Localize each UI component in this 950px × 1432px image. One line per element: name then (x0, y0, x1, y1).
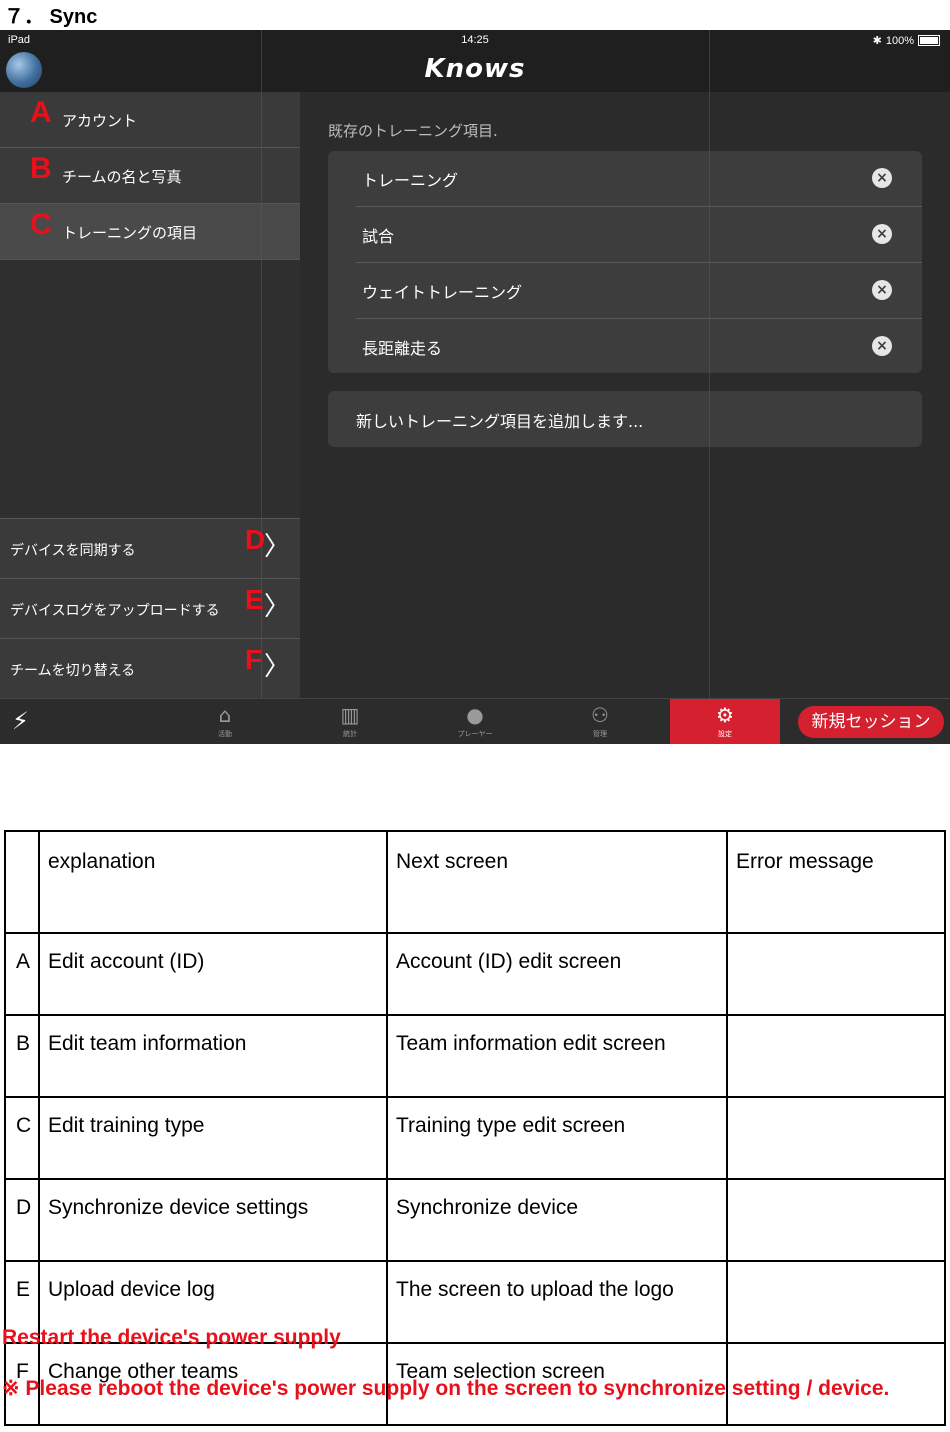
marker-letter: D (245, 524, 266, 555)
training-item-list: トレーニング × 試合 × ウェイトトレーニング × 長距離走る × (328, 151, 922, 373)
sidebar-item-label: アカウント (62, 112, 138, 130)
settings-sidebar: A アカウント B チームの名と写真 C トレーニングの項目 デバイスを同期する… (0, 92, 300, 699)
training-item-label: トレーニング (362, 171, 459, 190)
table-cell: The screen to upload the logo (386, 1260, 728, 1344)
table-cell: B (4, 1014, 40, 1098)
tab-management[interactable]: ⚇ 管理 (570, 699, 630, 744)
new-session-button[interactable]: 新規セッション (798, 706, 944, 738)
table-header-row: explanation Next screen Error message (4, 830, 946, 934)
sidebar-item-account[interactable]: A アカウント (0, 92, 300, 148)
marker-letter: A (30, 96, 52, 129)
ipad-screenshot: iPad 14:25 ✱ 100% Knows A アカウント B チームの名と… (0, 30, 950, 744)
bluetooth-icon: ✱ (872, 35, 882, 47)
add-training-item-button[interactable]: 新しいトレーニング項目を追加します... (328, 391, 922, 447)
table-cell (726, 932, 946, 1016)
list-item[interactable]: トレーニング × (356, 151, 922, 207)
table-cell (726, 1178, 946, 1262)
table-cell (726, 1014, 946, 1098)
delete-icon[interactable]: × (872, 336, 892, 356)
table-row: C Edit training type Training type edit … (4, 1096, 946, 1180)
table-cell: Edit team information (38, 1014, 388, 1098)
switch-team-button[interactable]: チームを切り替える F 〉 (0, 638, 300, 699)
gear-icon: ⚙ (716, 703, 734, 727)
table-cell: C (4, 1096, 40, 1180)
chevron-right-icon: 〉 (263, 652, 290, 682)
table-row: B Edit team information Team information… (4, 1014, 946, 1098)
table-header: Next screen (386, 830, 728, 934)
action-label: チームを切り替える (10, 663, 136, 679)
section-title: ７． Sync (4, 6, 98, 28)
tab-bar: ⚡ ⌂ 活動 ▥ 統計 ● プレーヤー ⚇ 管理 ⚙ 設定 新規セッション (0, 698, 950, 744)
chevron-right-icon: 〉 (263, 592, 290, 622)
sidebar-item-label: チームの名と写真 (62, 168, 182, 186)
chevron-right-icon: 〉 (263, 532, 290, 562)
table-cell: Training type edit screen (386, 1096, 728, 1180)
people-icon: ⚇ (591, 703, 609, 727)
sidebar-item-label: トレーニングの項目 (62, 224, 198, 242)
tab-label: 設定 (718, 730, 732, 738)
person-icon: ● (466, 703, 484, 727)
action-label: デバイスログをアップロードする (10, 603, 220, 619)
add-training-item-label: 新しいトレーニング項目を追加します... (356, 412, 644, 431)
table-cell: A (4, 932, 40, 1016)
panel-heading: 既存のトレーニング項目. (328, 122, 498, 140)
table-cell: Edit training type (38, 1096, 388, 1180)
list-item[interactable]: ウェイトトレーニング × (356, 263, 922, 319)
training-item-label: ウェイトトレーニング (362, 283, 523, 302)
training-items-panel: 既存のトレーニング項目. トレーニング × 試合 × ウェイトトレーニング × … (300, 92, 950, 698)
status-bar: iPad 14:25 ✱ 100% (0, 30, 950, 50)
action-label: デバイスを同期する (10, 543, 136, 559)
training-item-label: 長距離走る (362, 339, 443, 358)
battery-icon (918, 35, 940, 46)
table-cell (726, 1096, 946, 1180)
list-item[interactable]: 長距離走る × (356, 319, 922, 374)
sidebar-item-team-name-photo[interactable]: B チームの名と写真 (0, 148, 300, 204)
table-cell: Edit account (ID) (38, 932, 388, 1016)
tab-label: 統計 (343, 730, 357, 738)
upload-device-log-button[interactable]: デバイスログをアップロードする E 〉 (0, 578, 300, 639)
delete-icon[interactable]: × (872, 224, 892, 244)
table-header (4, 830, 40, 934)
table-header: explanation (38, 830, 388, 934)
marker-letter: B (30, 152, 52, 185)
table-cell: Synchronize device (386, 1178, 728, 1262)
app-logo: Knows (424, 54, 526, 84)
sidebar-item-training-items[interactable]: C トレーニングの項目 (0, 204, 300, 260)
table-cell: Team information edit screen (386, 1014, 728, 1098)
tab-label: 活動 (218, 730, 232, 738)
marker-letter: C (30, 208, 52, 241)
sync-device-button[interactable]: デバイスを同期する D 〉 (0, 518, 300, 579)
restart-note-title: Restart the device's power supply (2, 1326, 341, 1349)
table-cell: D (4, 1178, 40, 1262)
bar-chart-icon: ▥ (340, 703, 360, 727)
runner-icon[interactable]: ⚡ (12, 707, 29, 735)
table-cell (726, 1260, 946, 1344)
tab-label: プレーヤー (457, 730, 493, 738)
table-cell: Account (ID) edit screen (386, 932, 728, 1016)
status-right: ✱ 100% (873, 34, 940, 47)
restart-note-body: ※ Please reboot the device's power suppl… (2, 1377, 890, 1400)
delete-icon[interactable]: × (872, 168, 892, 188)
table-row: A Edit account (ID) Account (ID) edit sc… (4, 932, 946, 1016)
list-item[interactable]: 試合 × (356, 207, 922, 263)
table-row: D Synchronize device settings Synchroniz… (4, 1178, 946, 1262)
tab-activity[interactable]: ⌂ 活動 (195, 699, 255, 744)
tab-stats[interactable]: ▥ 統計 (320, 699, 380, 744)
tab-settings[interactable]: ⚙ 設定 (670, 699, 780, 744)
tab-players[interactable]: ● プレーヤー (445, 699, 505, 744)
marker-letter: F (245, 644, 263, 675)
training-item-label: 試合 (362, 227, 395, 246)
tab-label: 管理 (593, 730, 607, 738)
bank-icon: ⌂ (218, 703, 232, 727)
delete-icon[interactable]: × (872, 280, 892, 300)
table-cell: Synchronize device settings (38, 1178, 388, 1262)
status-time: 14:25 (461, 34, 489, 46)
battery-percent: 100% (885, 34, 914, 47)
table-header: Error message (726, 830, 946, 934)
marker-letter: E (245, 584, 264, 615)
